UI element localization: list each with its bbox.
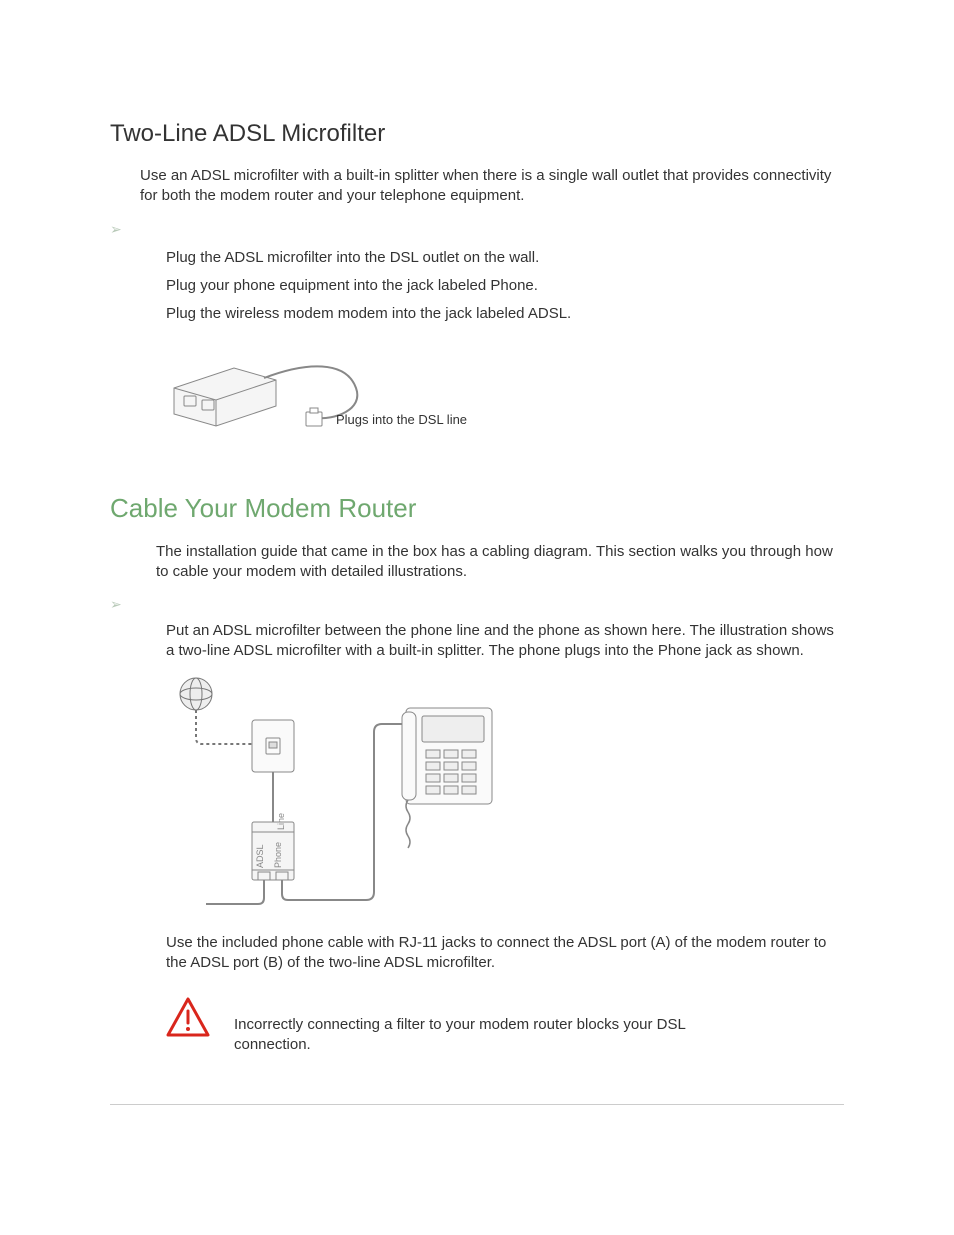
cabling-diagram: Line ADSL Phone (166, 672, 526, 912)
procedure-arrow-icon: ➢ (110, 221, 844, 238)
step-text: Plug your phone equipment into the jack … (166, 274, 844, 298)
splitter-label-phone: Phone (273, 841, 283, 867)
microfilter-figure: Plugs into the DSL line (166, 340, 844, 445)
instruction-list-1: Plug the ADSL microfilter into the DSL o… (166, 246, 844, 326)
step-text: Plug the wireless modem modem into the j… (166, 302, 844, 326)
instruction-list-2: Put an ADSL microfilter between the phon… (166, 621, 844, 973)
figure-caption-1: Plugs into the DSL line (336, 412, 467, 427)
warning-block: Incorrectly connecting a filter to your … (166, 997, 844, 1056)
splitter-label-line: Line (276, 812, 286, 829)
section-heading-microfilter: Two-Line ADSL Microfilter (110, 120, 844, 148)
section-heading-cable: Cable Your Modem Router (110, 493, 844, 524)
step-text: Use the included phone cable with RJ-11 … (166, 933, 844, 974)
procedure-arrow-icon: ➢ (110, 596, 844, 613)
step-text: Put an ADSL microfilter between the phon… (166, 621, 844, 662)
warning-icon (166, 997, 210, 1037)
footer-rule (110, 1104, 844, 1105)
step-text: Plug the ADSL microfilter into the DSL o… (166, 246, 844, 270)
intro-text-2: The installation guide that came in the … (156, 542, 844, 583)
splitter-label-adsl: ADSL (255, 844, 265, 868)
intro-text-1: Use an ADSL microfilter with a built-in … (140, 166, 844, 207)
warning-text: Incorrectly connecting a filter to your … (234, 997, 734, 1056)
